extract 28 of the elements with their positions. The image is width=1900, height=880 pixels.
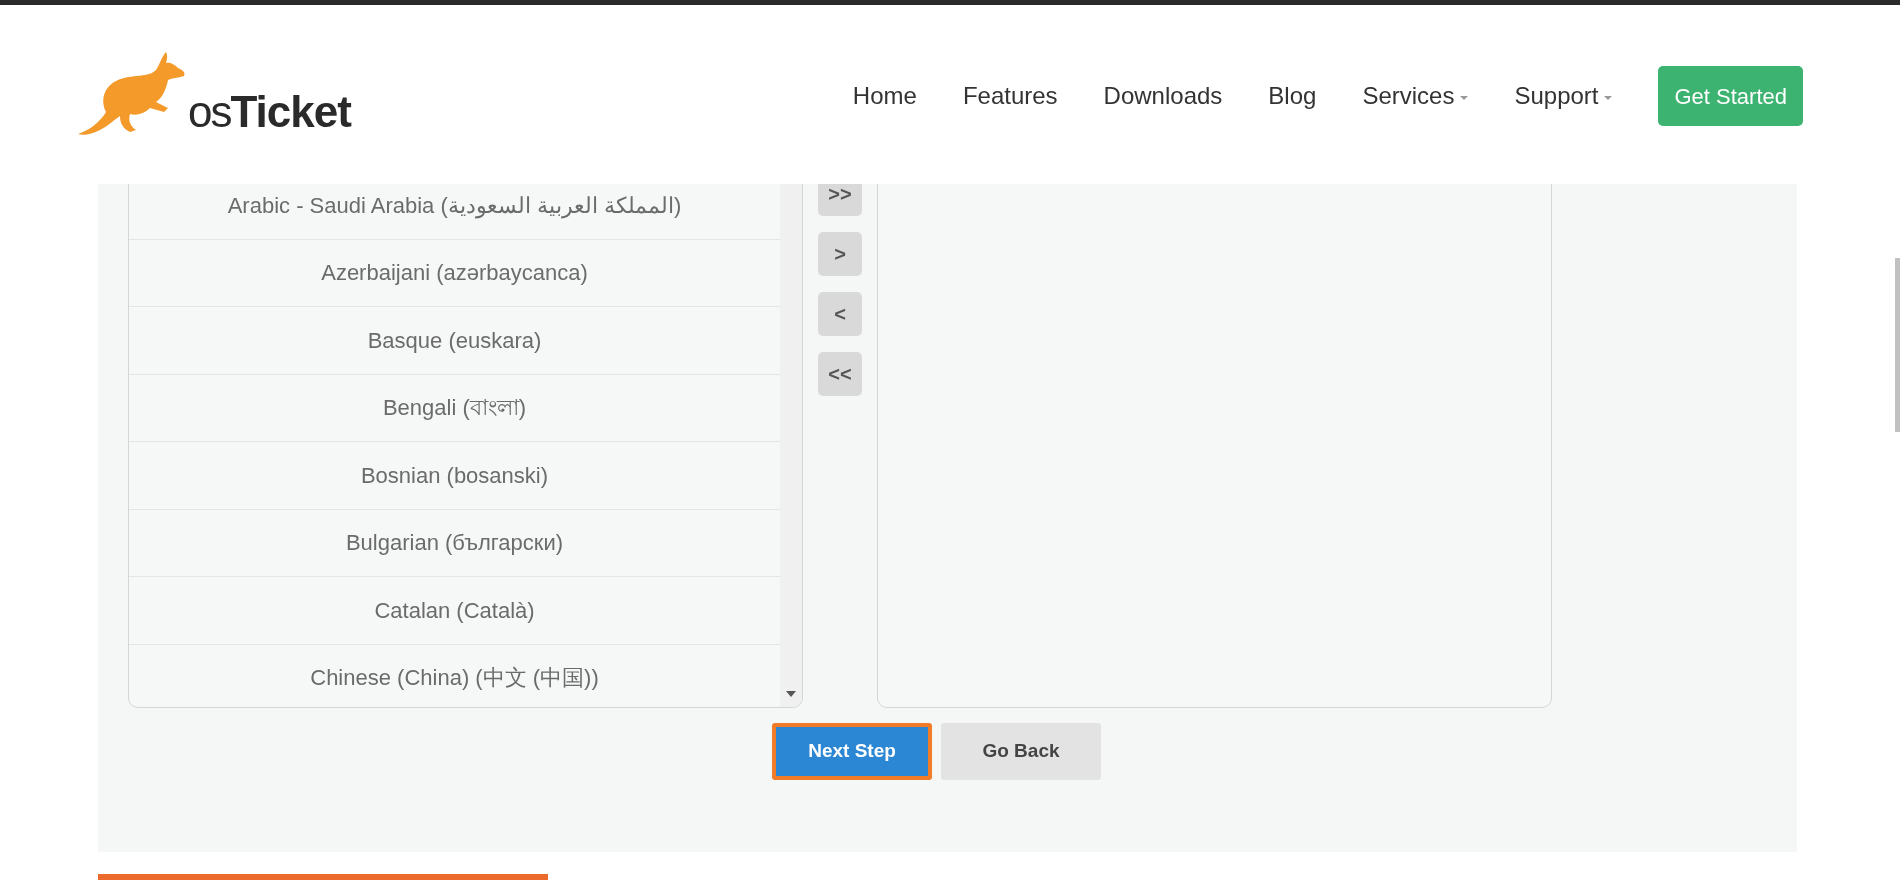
caret-icon (1460, 96, 1469, 100)
go-back-button[interactable]: Go Back (941, 723, 1101, 780)
move-button[interactable]: >> (818, 184, 862, 216)
nav-link[interactable]: Home (852, 78, 917, 114)
nav-link[interactable]: Blog (1268, 78, 1317, 114)
logo-text: os (188, 90, 231, 134)
list-scrollbar[interactable] (780, 184, 802, 707)
move-button[interactable]: << (818, 352, 862, 396)
page-scrollbar[interactable] (1895, 258, 1900, 432)
language-option[interactable]: Basque (euskara) (129, 307, 780, 375)
nav-link[interactable]: Services (1362, 78, 1469, 114)
nav-link[interactable]: Downloads (1103, 78, 1223, 114)
scroll-down-icon[interactable] (786, 691, 796, 697)
move-button[interactable]: > (818, 232, 862, 276)
language-option[interactable]: Bosnian (bosanski) (129, 442, 780, 510)
next-step-button[interactable]: Next Step (772, 723, 932, 780)
nav-link[interactable]: Support (1514, 78, 1613, 114)
logo-text: Ticket (230, 90, 351, 134)
language-option[interactable]: Azerbaijani (azərbaycanca) (129, 239, 780, 307)
language-option[interactable]: Arabic - Saudi Arabia (المملكة العربية السعودية) (129, 184, 780, 240)
language-option[interactable]: Catalan (Català) (129, 577, 780, 645)
move-button[interactable]: < (818, 292, 862, 336)
nav-link[interactable]: Features (962, 78, 1058, 114)
selected-language-list[interactable] (877, 184, 1552, 708)
caret-icon (1604, 96, 1613, 100)
language-option[interactable]: Bulgarian (български) (129, 509, 780, 577)
get-started-button[interactable]: Get Started (1658, 66, 1803, 126)
language-option[interactable]: Bengali (বাংলা) (129, 374, 780, 442)
